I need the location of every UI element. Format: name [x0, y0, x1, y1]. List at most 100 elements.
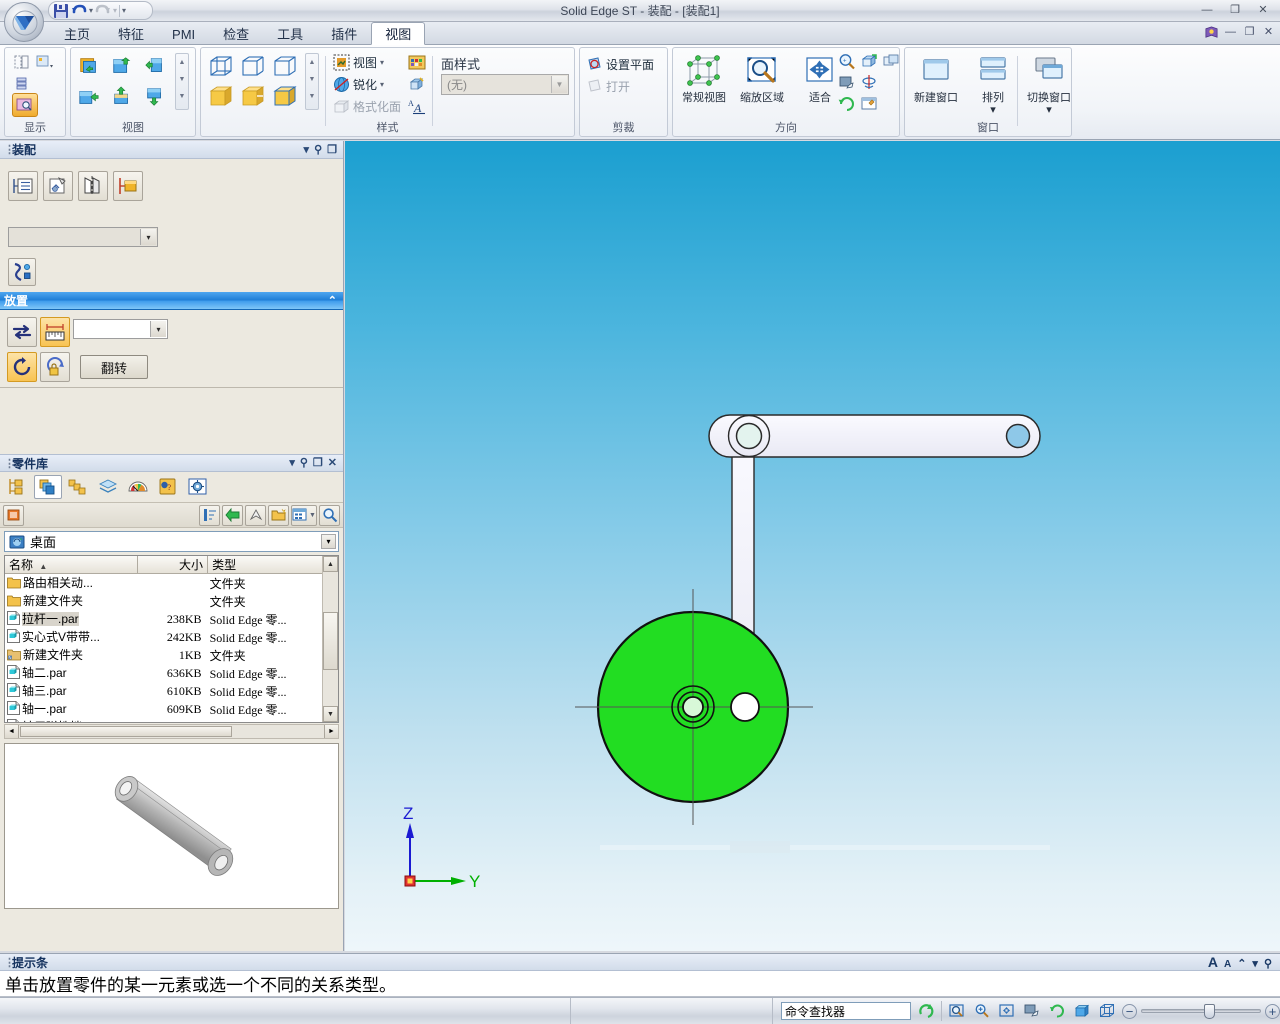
library-back-button[interactable]: [222, 504, 243, 526]
style-sharpen-button[interactable]: 锐化 ▾: [331, 74, 386, 94]
display-preview-button[interactable]: [10, 93, 40, 117]
view-style-3-button[interactable]: [142, 53, 168, 79]
save-icon[interactable]: [53, 3, 69, 19]
file-name-cell[interactable]: 轴一.par: [5, 700, 137, 718]
status-wireframe-button[interactable]: [1097, 1001, 1117, 1021]
command-finder-input[interactable]: 命令查找器: [781, 1002, 911, 1020]
placement-value-combo[interactable]: ▾: [73, 319, 168, 339]
prompt-collapse-button[interactable]: ⌃: [1237, 957, 1246, 970]
arrange-caret[interactable]: ▾: [965, 104, 1021, 116]
assembly-pane-grip[interactable]: ⋮: [4, 143, 15, 156]
display-hidden-edges-button[interactable]: [11, 52, 33, 72]
view-style-4-button[interactable]: [76, 84, 102, 110]
file-list-hscrollbar[interactable]: ◄ ►: [4, 724, 339, 739]
flip-button[interactable]: 翻转: [80, 355, 148, 379]
display-layers-button[interactable]: [11, 74, 33, 94]
file-name-cell[interactable]: 路由相关动...: [5, 574, 137, 593]
parts-library-maximize-button[interactable]: ❐: [313, 457, 323, 469]
switch-window-button[interactable]: 切换窗口 ▾: [1021, 52, 1077, 116]
cad-viewport[interactable]: Z Y: [345, 141, 1280, 951]
pan-button[interactable]: [836, 72, 858, 92]
prompt-font-increase-button[interactable]: A: [1208, 954, 1218, 970]
table-row[interactable]: 轴用弹性挡... 181KBSolid Edge 零...: [5, 718, 338, 722]
help-book-icon[interactable]: [1204, 25, 1219, 40]
qat-customize-caret[interactable]: ▾: [122, 6, 126, 15]
library-tab-parts-library[interactable]: [34, 475, 62, 499]
table-row[interactable]: 路由相关动... 文件夹: [5, 574, 338, 593]
gallery-expand[interactable]: ▼: [176, 88, 188, 105]
arrange-button[interactable]: 排列 ▾: [965, 52, 1021, 116]
style-wireframe-button[interactable]: [206, 53, 236, 81]
status-shaded-button[interactable]: [1072, 1001, 1092, 1021]
file-list-scroll-right-button[interactable]: ►: [324, 725, 338, 738]
status-pan-button[interactable]: [1022, 1001, 1042, 1021]
library-up-level-button[interactable]: [245, 504, 266, 526]
parts-library-grip[interactable]: ⋮: [4, 457, 15, 470]
style-text-style-button[interactable]: A A: [406, 96, 428, 116]
library-path-combo[interactable]: 桌面 ▾: [4, 531, 339, 552]
view-style-2-button[interactable]: [109, 53, 135, 79]
command-finder-go-button[interactable]: [916, 1001, 936, 1021]
tab-home[interactable]: 主页: [50, 22, 104, 45]
zoom-in-button[interactable]: +: [1265, 1003, 1280, 1019]
view-style-6-button[interactable]: [142, 84, 168, 110]
view-style-5-button[interactable]: [109, 84, 135, 110]
file-name-cell[interactable]: 新建文件夹: [5, 592, 137, 610]
library-path-caret[interactable]: ▾: [321, 534, 336, 549]
status-zoom-button[interactable]: [972, 1001, 992, 1021]
zoom-slider-thumb[interactable]: [1204, 1004, 1215, 1019]
clip-open-button[interactable]: 打开: [584, 76, 632, 96]
prompt-font-decrease-button[interactable]: A: [1224, 959, 1231, 970]
table-row[interactable]: 新建文件夹 1KB 文件夹: [5, 646, 338, 664]
assembly-pane-dropdown-button[interactable]: ▾: [304, 144, 310, 156]
zoom-slider[interactable]: − +: [1122, 1003, 1280, 1019]
file-list-scroll-left-button[interactable]: ◄: [5, 725, 19, 738]
library-tab-sensors[interactable]: [124, 475, 152, 499]
style-shaded-visible-button[interactable]: [270, 83, 300, 111]
rotate-button[interactable]: [836, 93, 858, 113]
library-tab-options[interactable]: [184, 475, 212, 499]
table-row[interactable]: 拉杆一.par 238KB Solid Edge 零...: [5, 610, 338, 628]
zoom-button[interactable]: +: [836, 51, 858, 71]
assembly-pane-maximize-button[interactable]: ❐: [327, 144, 337, 156]
undo-icon[interactable]: [71, 3, 87, 19]
style-shaded-edges-button[interactable]: [238, 83, 268, 111]
status-fit-button[interactable]: [997, 1001, 1017, 1021]
library-tab-layers[interactable]: [94, 475, 122, 499]
placement-offset-dimension-button[interactable]: [40, 317, 70, 347]
library-tab-pathfinder[interactable]: [4, 475, 32, 499]
library-search-button[interactable]: [319, 504, 340, 526]
style-hidden-line-button[interactable]: [238, 53, 268, 81]
quick-access-toolbar[interactable]: ▾ ▾ ▾: [48, 1, 153, 20]
library-create-folder-button[interactable]: [268, 504, 289, 526]
assembly-relation-combo-caret[interactable]: ▾: [140, 229, 156, 245]
normal-view-button[interactable]: 常规视图: [676, 52, 732, 104]
file-name-cell[interactable]: 新建文件夹: [5, 646, 137, 664]
assembly-tool-place-button[interactable]: [113, 171, 143, 201]
assembly-tool-paint-button[interactable]: [43, 171, 73, 201]
gallery-scroll-up[interactable]: ▲: [176, 54, 188, 71]
undo-dropdown-caret[interactable]: ▾: [89, 6, 93, 15]
assembly-tool-mirror-button[interactable]: [78, 171, 108, 201]
style-visible-only-button[interactable]: [270, 53, 300, 81]
table-row[interactable]: 轴三.par 610KB Solid Edge 零...: [5, 682, 338, 700]
tab-addins[interactable]: 插件: [317, 22, 371, 45]
table-row[interactable]: 实心式V带带... 242KB Solid Edge 零...: [5, 628, 338, 646]
face-style-combo[interactable]: (无) ▼: [441, 74, 569, 95]
view-gallery-scroll[interactable]: ▲ ▼ ▼: [175, 53, 189, 110]
document-close-button[interactable]: ✕: [1261, 25, 1276, 40]
window-layout-button[interactable]: [880, 51, 902, 71]
document-restore-button[interactable]: ❐: [1242, 25, 1257, 40]
tab-tools[interactable]: 工具: [263, 22, 317, 45]
horizontal-link-part[interactable]: [708, 414, 1041, 458]
gallery-scroll-down[interactable]: ▼: [176, 71, 188, 88]
tab-features[interactable]: 特征: [104, 22, 158, 45]
file-name-cell[interactable]: 轴用弹性挡...: [5, 718, 137, 722]
placement-rotate-button[interactable]: [7, 352, 37, 382]
status-rotate-button[interactable]: [1047, 1001, 1067, 1021]
file-list-vscrollbar[interactable]: ▲ ▼: [322, 556, 338, 722]
style-scroll-down[interactable]: ▼: [306, 71, 318, 88]
style-part-painter-button[interactable]: [406, 74, 428, 94]
prompt-pin-button[interactable]: ⚲: [1264, 957, 1272, 970]
file-list-hscroll-thumb[interactable]: [20, 726, 232, 737]
